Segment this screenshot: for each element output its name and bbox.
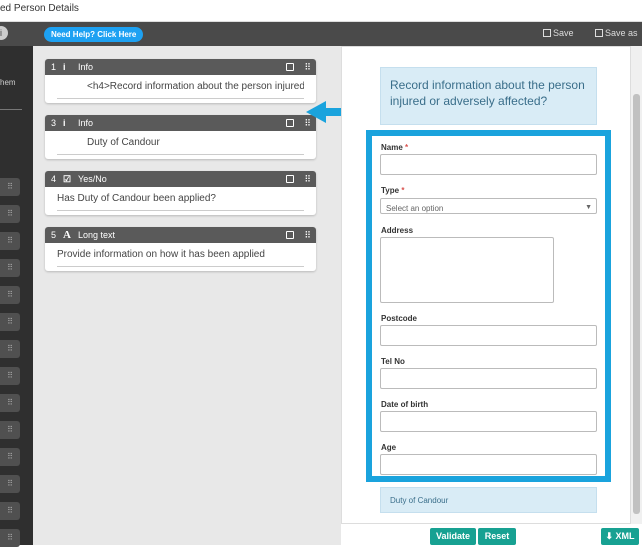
top-toolbar: i Need Help? Click Here Save Save as <box>0 22 642 46</box>
left-sidebar: hem ⠿ ⠿ ⠿ ⠿ ⠿ ⠿ ⠿ ⠿ ⠿ ⠿ ⠿ ⠿ ⠿ ⠿ <box>0 46 33 547</box>
question-card[interactable]: 5 A Long text ⠿ Provide information on how… <box>45 227 316 271</box>
question-type-label: Yes/No <box>78 174 107 184</box>
select-checkbox-icon[interactable] <box>286 63 294 71</box>
reset-button[interactable]: Reset <box>478 528 516 545</box>
drag-handle[interactable]: ⠿ <box>0 178 20 196</box>
dob-field[interactable] <box>380 411 597 432</box>
tel-label: Tel No <box>381 357 405 366</box>
question-card[interactable]: 1 i Info ⠿ <h4>Record information about th… <box>45 59 316 103</box>
question-type-label: Info <box>78 118 94 128</box>
save-label: Save <box>553 28 574 38</box>
drag-handle[interactable]: ⠿ <box>0 394 20 412</box>
scrollbar-thumb[interactable] <box>633 94 640 514</box>
drag-handle[interactable]: ⠿ <box>0 529 20 547</box>
bottom-action-bar: Validate Reset ⬇ XML <box>341 524 642 545</box>
question-list-panel: 1 i Info ⠿ <h4>Record information about th… <box>33 46 341 545</box>
grip-icon[interactable]: ⠿ <box>304 171 311 187</box>
window-title: ed Person Details <box>0 3 79 14</box>
type-select[interactable]: Select an option ▼ <box>380 198 597 214</box>
info-icon: i <box>63 62 66 72</box>
download-icon: ⬇ <box>605 531 614 541</box>
address-field[interactable] <box>380 237 554 303</box>
save-as-icon <box>595 29 603 37</box>
drag-handle[interactable]: ⠿ <box>0 232 20 250</box>
checkbox-icon: ☑ <box>63 174 72 184</box>
text-icon: A <box>63 229 71 241</box>
question-card[interactable]: 3 i Info ⠿ Duty of Candour <box>45 115 316 159</box>
info-icon: i <box>63 118 66 128</box>
xml-button[interactable]: ⬇ XML <box>601 528 639 545</box>
question-text: Has Duty of Candour been applied? <box>57 193 304 211</box>
drag-handle[interactable]: ⠿ <box>0 340 20 358</box>
xml-label: XML <box>615 531 635 541</box>
postcode-field[interactable] <box>380 325 597 346</box>
form-preview: Record information about the person inju… <box>341 46 631 524</box>
question-text: <h4>Record information about the person … <box>57 81 304 99</box>
window-titlebar: ed Person Details <box>0 0 642 22</box>
scrollbar[interactable] <box>631 46 642 524</box>
question-text: Provide information on how it has been a… <box>57 249 304 267</box>
drag-handle[interactable]: ⠿ <box>0 313 20 331</box>
select-checkbox-icon[interactable] <box>286 119 294 127</box>
drag-handle[interactable]: ⠿ <box>0 367 20 385</box>
drag-handle[interactable]: ⠿ <box>0 475 20 493</box>
question-card-header: 4 ☑ Yes/No ⠿ <box>45 171 316 187</box>
question-number: 4 <box>51 174 57 184</box>
drag-handle[interactable]: ⠿ <box>0 448 20 466</box>
type-label: Type * <box>381 186 405 195</box>
name-label: Name * <box>381 143 409 152</box>
sidebar-partial-text: hem <box>0 78 16 87</box>
age-label: Age <box>381 443 397 452</box>
form-preview-panel: Record information about the person inju… <box>341 46 642 545</box>
drag-handle[interactable]: ⠿ <box>0 421 20 439</box>
sidebar-divider <box>0 109 22 110</box>
grip-icon[interactable]: ⠿ <box>304 59 311 75</box>
question-card-header: 1 i Info ⠿ <box>45 59 316 75</box>
question-type-label: Info <box>78 62 94 72</box>
drag-handle[interactable]: ⠿ <box>0 502 20 520</box>
info-icon[interactable]: i <box>0 26 8 40</box>
grip-icon[interactable]: ⠿ <box>304 227 311 243</box>
drag-handle[interactable]: ⠿ <box>0 286 20 304</box>
preview-heading: Record information about the person inju… <box>380 67 597 125</box>
age-field[interactable] <box>380 454 597 475</box>
address-label: Address <box>381 226 414 235</box>
name-field[interactable] <box>380 154 597 175</box>
duty-of-candour-heading: Duty of Candour <box>380 487 597 513</box>
drag-handle[interactable]: ⠿ <box>0 259 20 277</box>
question-card-header: 3 i Info ⠿ <box>45 115 316 131</box>
question-type-label: Long text <box>78 230 116 240</box>
question-number: 5 <box>51 230 57 240</box>
validate-button[interactable]: Validate <box>430 528 476 545</box>
drag-handle[interactable]: ⠿ <box>0 205 20 223</box>
save-icon <box>543 29 551 37</box>
select-checkbox-icon[interactable] <box>286 175 294 183</box>
question-number: 1 <box>51 62 57 72</box>
question-card-header: 5 A Long text ⠿ <box>45 227 316 243</box>
save-as-label: Save as <box>605 28 638 38</box>
save-as-button[interactable]: Save as <box>595 28 638 38</box>
need-help-button[interactable]: Need Help? Click Here <box>44 27 144 42</box>
postcode-label: Postcode <box>381 314 418 323</box>
tel-field[interactable] <box>380 368 597 389</box>
select-checkbox-icon[interactable] <box>286 231 294 239</box>
question-number: 3 <box>51 118 57 128</box>
save-button[interactable]: Save <box>543 28 574 38</box>
question-text: Duty of Candour <box>57 137 304 155</box>
question-card[interactable]: 4 ☑ Yes/No ⠿ Has Duty of Candour been appl… <box>45 171 316 215</box>
dob-label: Date of birth <box>381 400 429 409</box>
caret-down-icon: ▼ <box>585 204 592 211</box>
